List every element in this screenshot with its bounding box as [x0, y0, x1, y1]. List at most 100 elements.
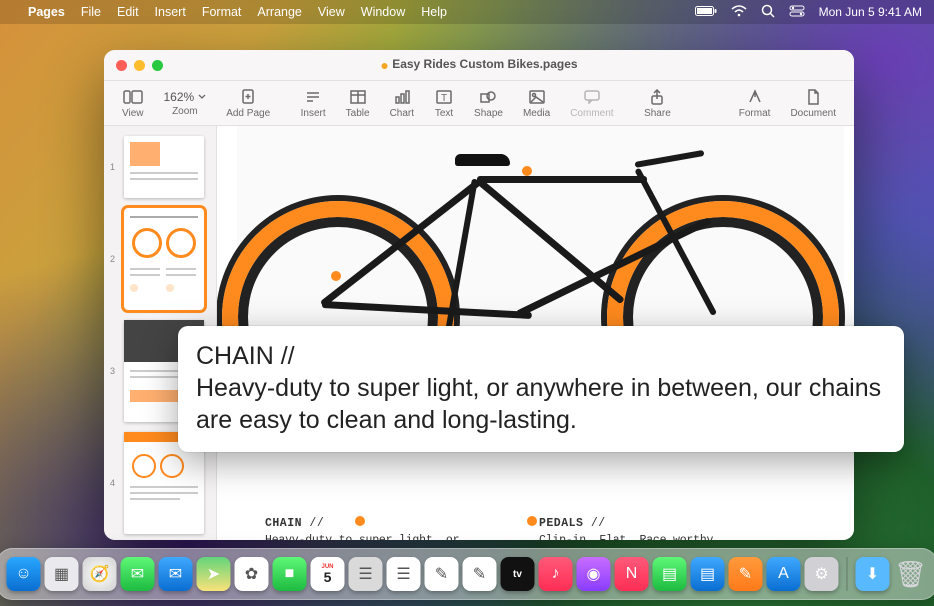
edited-indicator-icon: ●: [380, 57, 388, 73]
chevron-down-icon: [198, 94, 206, 100]
body-column-pedals[interactable]: PEDALS // Clip-in. Flat. Race worthy. Me…: [539, 516, 749, 540]
menubar-menus: File Edit Insert Format Arrange View Win…: [81, 5, 447, 19]
tb-share-label: Share: [644, 108, 671, 119]
control-center-icon[interactable]: [789, 5, 805, 20]
insert-icon: [303, 88, 323, 106]
dock-app-numbers[interactable]: ▤: [653, 557, 687, 591]
tb-insert[interactable]: Insert: [295, 88, 332, 119]
dock-app-appstore[interactable]: A: [767, 557, 801, 591]
minimize-button[interactable]: [134, 60, 145, 71]
callout-dot: [331, 271, 341, 281]
dock-app-notes[interactable]: ✎: [425, 557, 459, 591]
slash: //: [583, 517, 605, 530]
callout-dot: [527, 516, 537, 526]
tb-media[interactable]: Media: [517, 88, 556, 119]
window-title: ● Easy Rides Custom Bikes.pages: [104, 57, 854, 73]
view-icon: [123, 88, 143, 106]
slash: //: [302, 517, 324, 530]
wifi-icon[interactable]: [731, 5, 747, 20]
menu-window[interactable]: Window: [361, 5, 405, 19]
close-button[interactable]: [116, 60, 127, 71]
menu-file[interactable]: File: [81, 5, 101, 19]
thumb-page-1[interactable]: 1: [124, 136, 204, 198]
comment-icon: [582, 88, 602, 106]
tb-format[interactable]: Format: [733, 88, 777, 119]
dock-app-news[interactable]: N: [615, 557, 649, 591]
dock-app-safari[interactable]: 🧭: [83, 557, 117, 591]
pages-window: ● Easy Rides Custom Bikes.pages View 162…: [104, 50, 854, 540]
body-column-chain[interactable]: CHAIN // Heavy-duty to super light, or a…: [265, 516, 475, 540]
menu-edit[interactable]: Edit: [117, 5, 139, 19]
svg-text:T: T: [441, 93, 447, 104]
add-page-icon: [238, 88, 258, 106]
tb-format-label: Format: [739, 108, 771, 119]
media-icon: [527, 88, 547, 106]
table-icon: [348, 88, 368, 106]
callout-dot: [522, 166, 532, 176]
page-number: 4: [110, 478, 115, 488]
tb-view-label: View: [122, 108, 144, 119]
dock-app-tv[interactable]: tv: [501, 557, 535, 591]
tb-zoom[interactable]: 162% Zoom: [158, 90, 213, 117]
tb-document-label: Document: [790, 108, 836, 119]
dock-app-mail[interactable]: ✉: [159, 557, 193, 591]
dock-app-photos[interactable]: ✿: [235, 557, 269, 591]
tb-chart-label: Chart: [390, 108, 414, 119]
tb-text[interactable]: T Text: [428, 88, 460, 119]
menu-arrange[interactable]: Arrange: [257, 5, 301, 19]
titlebar[interactable]: ● Easy Rides Custom Bikes.pages: [104, 50, 854, 81]
tb-addpage-label: Add Page: [226, 108, 270, 119]
dock-app-trash[interactable]: 🗑: [894, 557, 928, 591]
dock-app-reminders[interactable]: ☰: [387, 557, 421, 591]
dock-app-facetime[interactable]: ■: [273, 557, 307, 591]
dock-app-pages[interactable]: ✎: [729, 557, 763, 591]
dock-app-maps[interactable]: ➤: [197, 557, 231, 591]
dock-app-finder[interactable]: ☺: [7, 557, 41, 591]
dock-app-podcasts[interactable]: ◉: [577, 557, 611, 591]
dock-app-freeform[interactable]: ✎: [463, 557, 497, 591]
tb-shape[interactable]: Shape: [468, 88, 509, 119]
tb-table-label: Table: [346, 108, 370, 119]
tb-text-label: Text: [435, 108, 453, 119]
menu-insert[interactable]: Insert: [155, 5, 186, 19]
col-body: Clip-in. Flat. Race worthy. Metal. Nonsl…: [539, 533, 749, 540]
tb-view[interactable]: View: [116, 88, 150, 119]
tb-share[interactable]: Share: [638, 88, 677, 119]
tb-document[interactable]: Document: [784, 88, 842, 119]
dock-app-calendar[interactable]: JUN5: [311, 557, 345, 591]
saddle: [455, 154, 510, 166]
text-icon: T: [434, 88, 454, 106]
dock-app-keynote[interactable]: ▤: [691, 557, 725, 591]
tb-chart[interactable]: Chart: [384, 88, 420, 119]
window-title-text: Easy Rides Custom Bikes.pages: [392, 57, 577, 71]
menubar: Pages File Edit Insert Format Arrange Vi…: [0, 0, 934, 24]
dock-app-contacts[interactable]: ☰: [349, 557, 383, 591]
dock-app-music[interactable]: ♪: [539, 557, 573, 591]
col-heading: CHAIN: [265, 517, 302, 530]
dock-app-downloads[interactable]: ⬇: [856, 557, 890, 591]
format-icon: [745, 88, 765, 106]
thumb-page-2[interactable]: 2: [124, 208, 204, 310]
tb-insert-label: Insert: [301, 108, 326, 119]
tb-comment-label: Comment: [570, 108, 613, 119]
menu-view[interactable]: View: [318, 5, 345, 19]
menu-format[interactable]: Format: [202, 5, 242, 19]
tb-comment[interactable]: Comment: [564, 88, 619, 119]
chart-icon: [392, 88, 412, 106]
battery-icon[interactable]: [695, 5, 717, 20]
dock-app-launchpad[interactable]: ▦: [45, 557, 79, 591]
tb-table[interactable]: Table: [340, 88, 376, 119]
tb-addpage[interactable]: Add Page: [220, 88, 276, 119]
menubar-clock[interactable]: Mon Jun 5 9:41 AM: [819, 5, 922, 19]
col-body: Heavy-duty to super light, or anywhere i…: [265, 533, 475, 540]
zoom-value[interactable]: 162%: [164, 90, 207, 104]
hover-text-overlay: CHAIN // Heavy-duty to super light, or a…: [178, 326, 904, 452]
menu-help[interactable]: Help: [421, 5, 447, 19]
dock-app-messages[interactable]: ✉: [121, 557, 155, 591]
dock-app-settings[interactable]: ⚙: [805, 557, 839, 591]
search-icon[interactable]: [761, 4, 775, 21]
fullscreen-button[interactable]: [152, 60, 163, 71]
dock: ☺▦🧭✉✉➤✿■JUN5☰☰✎✎tv♪◉N▤▤✎A⚙⬇🗑: [0, 548, 934, 600]
app-name-menu[interactable]: Pages: [28, 5, 65, 19]
page-number: 2: [110, 254, 115, 264]
